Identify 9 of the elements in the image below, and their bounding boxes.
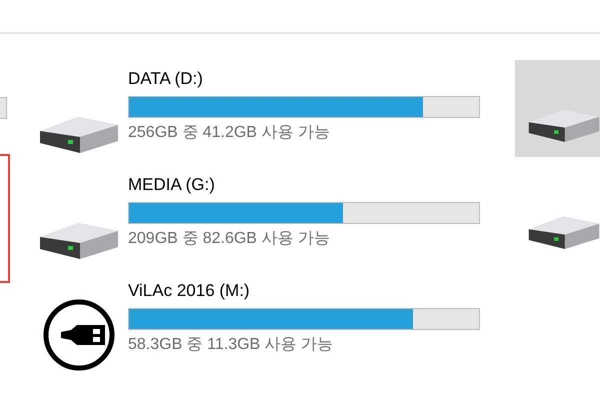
usage-bar	[0, 97, 7, 119]
free-space-text: 256GB 중 41.2GB 사용 가능	[128, 123, 331, 143]
drive-name[interactable]: MEDIA (G:)	[128, 170, 480, 196]
usb-drive-icon	[43, 299, 115, 371]
free-space-text: 58.3GB 중 11.3GB 사용 가능	[128, 335, 334, 355]
drive-tile[interactable]	[515, 60, 600, 157]
free-space-text: 209GB 중 82.6GB 사용 가능	[128, 229, 331, 249]
drive-name[interactable]: DATA (D:)	[128, 64, 480, 90]
drive-name[interactable]: ViLAc 2016 (M:)	[128, 276, 480, 302]
